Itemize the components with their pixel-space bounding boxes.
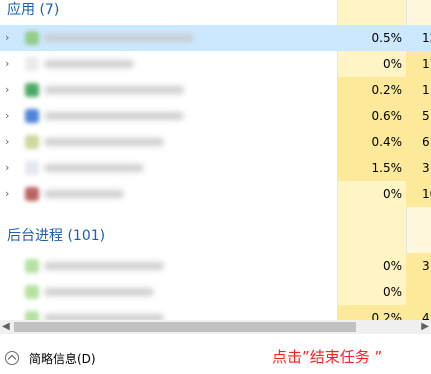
process-row[interactable]: › 0%10 — [0, 181, 431, 207]
process-row[interactable]: 0.2% 4 — [0, 305, 431, 320]
memory-cell — [406, 279, 431, 305]
memory-cell: 17 — [406, 51, 431, 77]
cpu-cell: 0% — [338, 279, 406, 305]
process-grid: 应用 (7) ›0.5%12›0%17›0.2%1›0.6%5›0.4%6›1.… — [0, 0, 431, 320]
apps-group-title: 应用 (7) — [7, 2, 60, 18]
annotation-text: 点击”结束任务 ” — [272, 348, 383, 366]
expand-chevron-icon[interactable]: › — [5, 51, 15, 77]
scroll-right-icon[interactable]: ▶ — [419, 320, 429, 334]
process-name-redacted — [44, 138, 164, 146]
memory-cell: 3 — [406, 253, 431, 279]
process-row[interactable]: › 0.2% 1 — [0, 77, 431, 103]
process-name-redacted — [44, 34, 194, 42]
expand-chevron-icon[interactable]: › — [5, 25, 15, 51]
process-row[interactable]: 0% 3 — [0, 253, 431, 279]
process-row[interactable]: › 0.5% 12 — [0, 25, 431, 51]
process-row[interactable]: › 1.5% 3 — [0, 155, 431, 181]
expand-chevron-icon[interactable]: › — [5, 77, 15, 103]
process-name-redacted — [44, 112, 184, 120]
memory-cell: 3 — [406, 155, 431, 181]
horizontal-scrollbar[interactable]: ◀ ▶ — [0, 320, 431, 334]
process-row[interactable]: 0% — [0, 279, 431, 305]
footer-bar: 简略信息(D) 点击”结束任务 ” — [0, 334, 431, 374]
less-details-button[interactable]: 简略信息(D) — [29, 351, 96, 367]
app-icon — [25, 57, 39, 71]
process-name-redacted — [44, 86, 184, 94]
app-icon — [25, 83, 39, 97]
process-name-redacted — [44, 190, 124, 198]
app-icon — [25, 285, 39, 299]
cpu-cell: 0% — [338, 253, 406, 279]
process-name-redacted — [44, 60, 134, 68]
cpu-cell: 1.5% — [338, 155, 406, 181]
process-name-redacted — [44, 262, 164, 270]
memory-cell: 5 — [406, 103, 431, 129]
memory-cell: 1 — [406, 77, 431, 103]
process-row[interactable]: › 0%17 — [0, 51, 431, 77]
app-icon — [25, 109, 39, 123]
expand-chevron-icon[interactable]: › — [5, 155, 15, 181]
app-icon — [25, 31, 39, 45]
cpu-cell: 0% — [338, 51, 406, 77]
process-row[interactable]: › 0.6% 5 — [0, 103, 431, 129]
app-icon — [25, 259, 39, 273]
process-name-redacted — [44, 164, 144, 172]
app-icon — [25, 187, 39, 201]
process-name-redacted — [44, 288, 154, 296]
app-icon — [25, 161, 39, 175]
expand-chevron-icon[interactable]: › — [5, 103, 15, 129]
expand-chevron-icon[interactable]: › — [5, 181, 15, 207]
cpu-cell: 0% — [338, 181, 406, 207]
scrollbar-thumb[interactable] — [14, 322, 356, 332]
memory-cell: 4 — [406, 305, 431, 320]
memory-cell: 6 — [406, 129, 431, 155]
app-icon — [25, 135, 39, 149]
scroll-left-icon[interactable]: ◀ — [2, 320, 12, 334]
background-group-title: 后台进程 (101) — [7, 228, 106, 244]
cpu-cell: 0.2% — [338, 77, 406, 103]
cpu-cell: 0.5% — [371, 31, 403, 45]
cpu-cell: 0.4% — [338, 129, 406, 155]
memory-cell: 10 — [406, 181, 431, 207]
memory-cell: 12 — [422, 31, 431, 45]
cpu-cell: 0.2% — [338, 305, 406, 320]
collapse-up-icon[interactable] — [5, 351, 19, 365]
process-row[interactable]: › 0.4% 6 — [0, 129, 431, 155]
cpu-cell: 0.6% — [338, 103, 406, 129]
expand-chevron-icon[interactable]: › — [5, 129, 15, 155]
app-icon — [25, 311, 39, 320]
